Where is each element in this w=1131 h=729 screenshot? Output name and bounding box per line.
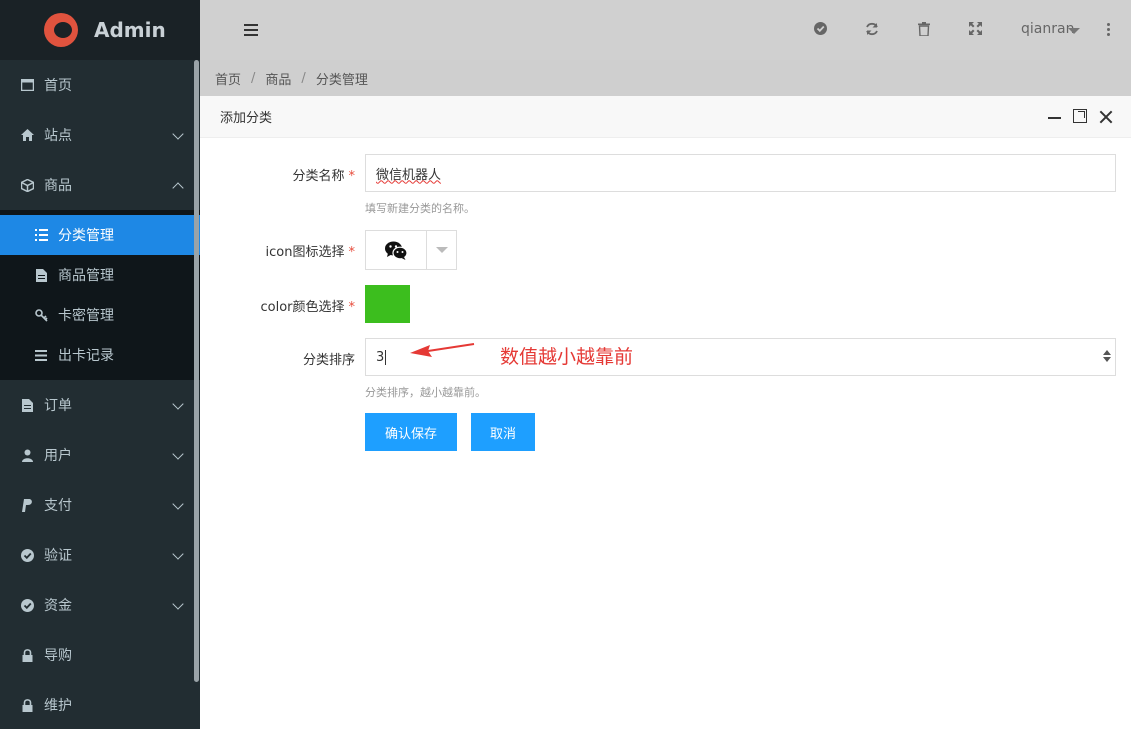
user-menu[interactable]: qianran: [1021, 21, 1074, 37]
app-title: Admin: [94, 18, 166, 42]
add-category-dialog: 添加分类 分类名称* 微信机器人 填写新建分类的名称。 icon图标选择*: [200, 96, 1131, 729]
color-label: color颜色选择 *: [260, 300, 355, 315]
breadcrumb: 首页 / 商品 / 分类管理: [200, 60, 1131, 96]
sidebar-item-orders[interactable]: 订单: [0, 380, 200, 430]
annotation-text: 数值越小越靠前: [500, 346, 634, 368]
window-icon: [20, 78, 34, 92]
dialog-title: 添加分类: [220, 111, 273, 126]
wechat-icon: [366, 231, 426, 269]
breadcrumb-current: 分类管理: [315, 72, 368, 88]
sidebar-item-home[interactable]: 首页: [0, 60, 200, 110]
sidebar-subitem-records[interactable]: 出卡记录: [0, 335, 200, 375]
logo-icon: [44, 13, 78, 47]
sidebar-subitem-category[interactable]: 分类管理: [0, 215, 200, 255]
trash-icon[interactable]: [917, 22, 931, 37]
bars-icon: [34, 349, 48, 361]
sidebar-subitem-goods[interactable]: 商品管理: [0, 255, 200, 295]
caret-down-icon[interactable]: [1068, 28, 1080, 34]
sidebar-subitem-label: 商品管理: [58, 268, 114, 284]
sidebar-item-label: 导购: [44, 648, 72, 664]
category-name-value: 微信机器人: [376, 167, 442, 183]
more-icon[interactable]: [1107, 23, 1111, 38]
sort-label: 分类排序: [302, 353, 355, 368]
cancel-button[interactable]: 取消: [471, 413, 535, 451]
lock-icon: [20, 648, 34, 662]
sidebar-item-label: 订单: [44, 398, 72, 414]
icon-label: icon图标选择 *: [265, 245, 355, 260]
lock-icon: [20, 698, 34, 712]
refresh-icon[interactable]: [865, 22, 879, 36]
sidebar-subitem-cards[interactable]: 卡密管理: [0, 295, 200, 335]
sidebar-subitem-label: 卡密管理: [58, 308, 114, 324]
sidebar-item-maintain[interactable]: 维护: [0, 680, 200, 729]
sidebar-toggle-icon[interactable]: [244, 24, 258, 36]
breadcrumb-home[interactable]: 首页: [215, 69, 241, 88]
breadcrumb-goods[interactable]: 商品: [265, 69, 291, 88]
icon-picker-dropdown-icon[interactable]: [426, 231, 456, 269]
goods-submenu: 分类管理 商品管理 卡密管理 出卡记录: [0, 210, 200, 380]
sidebar-item-label: 验证: [44, 548, 72, 564]
chevron-down-icon: [172, 598, 184, 610]
sidebar-item-label: 支付: [44, 498, 72, 514]
sidebar-item-label: 首页: [44, 78, 72, 94]
check-circle-icon: [20, 548, 34, 562]
chevron-down-icon: [172, 128, 184, 140]
list-icon: [34, 229, 48, 241]
chevron-down-icon: [172, 448, 184, 460]
chevron-down-icon: [172, 548, 184, 560]
sort-help-text: 分类排序，越小越靠前。: [365, 386, 486, 399]
cube-icon: [20, 178, 34, 192]
paypal-icon: [20, 498, 34, 512]
check-circle-icon: [20, 598, 34, 612]
sidebar-item-site[interactable]: 站点: [0, 110, 200, 160]
file-icon: [34, 268, 48, 282]
chevron-down-icon: [172, 398, 184, 410]
close-icon[interactable]: [1098, 109, 1114, 125]
maximize-icon[interactable]: [1073, 109, 1087, 123]
sidebar-item-label: 用户: [44, 448, 72, 464]
logo[interactable]: Admin: [0, 0, 200, 60]
sidebar-item-label: 维护: [44, 698, 72, 714]
sidebar-item-verify[interactable]: 验证: [0, 530, 200, 580]
category-name-input[interactable]: 微信机器人: [365, 154, 1116, 192]
icon-picker[interactable]: [365, 230, 457, 270]
color-picker-swatch[interactable]: [365, 285, 410, 323]
key-icon: [34, 308, 48, 322]
sidebar-menu: 首页 站点 商品 分类管理 商品管理 卡密管理 出卡记录 订单 用户 支付 验证…: [0, 60, 200, 729]
sidebar-item-goods[interactable]: 商品: [0, 160, 200, 210]
sidebar-subitem-label: 分类管理: [58, 228, 114, 244]
sidebar-item-payment[interactable]: 支付: [0, 480, 200, 530]
user-icon: [20, 448, 34, 462]
top-header: qianran: [200, 0, 1131, 60]
number-spinner-icon[interactable]: [1103, 350, 1111, 362]
name-label: 分类名称 *: [292, 169, 355, 184]
name-help-text: 填写新建分类的名称。: [365, 202, 475, 215]
sort-value: 3: [376, 349, 385, 365]
sidebar-item-label: 资金: [44, 598, 72, 614]
check-circle-icon[interactable]: [813, 22, 827, 36]
fullscreen-icon[interactable]: [968, 22, 982, 36]
home-icon: [20, 128, 34, 142]
chevron-up-icon: [172, 182, 184, 194]
sidebar-item-guide[interactable]: 导购: [0, 630, 200, 680]
annotation-arrow-icon: [410, 343, 475, 357]
sidebar: Admin 首页 站点 商品 分类管理 商品管理 卡密管理 出卡记录 订单 用户…: [0, 0, 200, 729]
sidebar-subitem-label: 出卡记录: [58, 348, 114, 364]
save-button[interactable]: 确认保存: [365, 413, 457, 451]
minimize-icon[interactable]: [1047, 109, 1063, 125]
sidebar-scrollbar[interactable]: [194, 60, 199, 682]
chevron-down-icon: [172, 498, 184, 510]
dialog-header: 添加分类: [200, 96, 1131, 138]
file-icon: [20, 398, 34, 412]
sidebar-item-label: 站点: [44, 128, 72, 144]
sidebar-item-users[interactable]: 用户: [0, 430, 200, 480]
sidebar-item-label: 商品: [44, 178, 72, 194]
sidebar-item-funds[interactable]: 资金: [0, 580, 200, 630]
